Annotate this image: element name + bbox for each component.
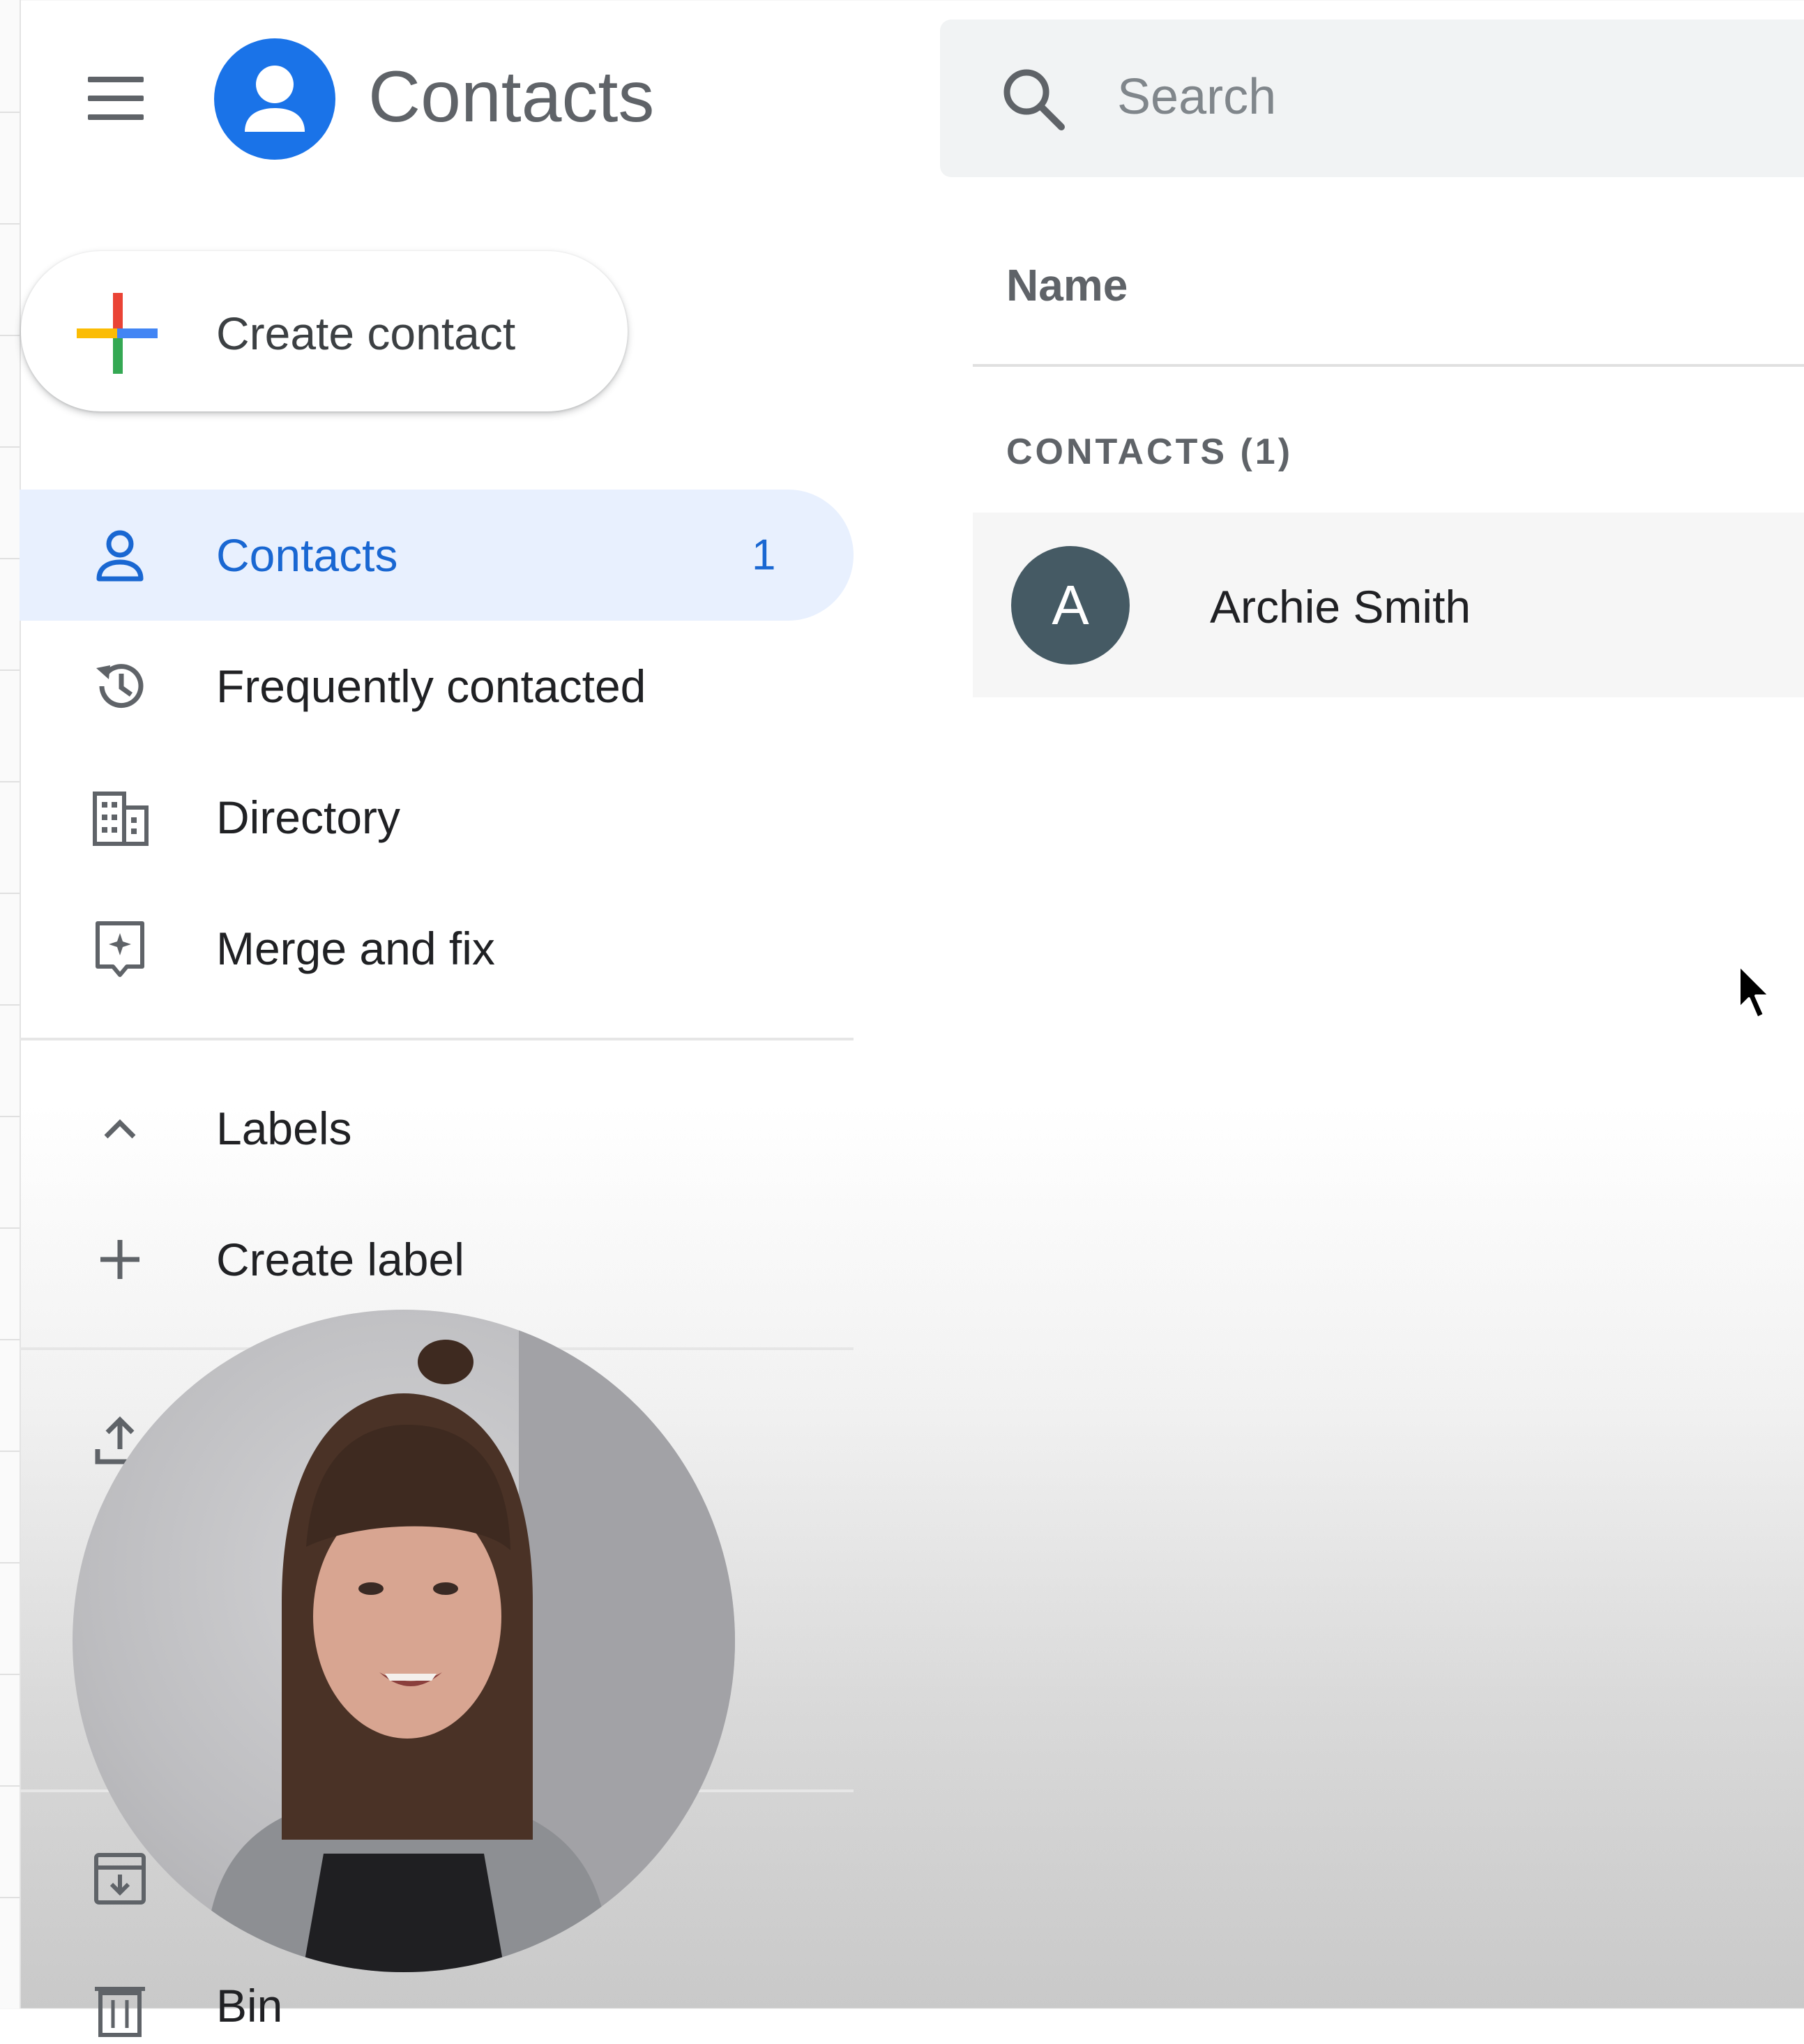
contacts-count-badge: 1 (752, 531, 776, 580)
plus-icon (77, 293, 158, 374)
sidebar-item-frequently-contacted[interactable]: Frequently contacted (20, 621, 854, 752)
bin-icon[interactable] (89, 1979, 151, 2041)
webcam-overlay (73, 1310, 735, 1972)
create-label-text: Create label (216, 1234, 464, 1285)
contacts-logo-icon (214, 38, 335, 160)
person-icon (89, 524, 151, 586)
sidebar-item-label: Frequently contacted (216, 660, 646, 712)
search-input[interactable] (1116, 57, 1788, 137)
sidebar-item-label: Directory (216, 792, 401, 843)
sidebar-divider (20, 1038, 854, 1040)
chevron-up-icon (89, 1098, 151, 1159)
background-sheet-strip (0, 0, 21, 2008)
app-title: Contacts (368, 56, 655, 137)
contacts-section-label: CONTACTS (1) (1006, 432, 1294, 472)
sidebar-item-label: Merge and fix (216, 923, 495, 974)
building-icon (89, 787, 151, 848)
main-menu-button[interactable] (84, 75, 148, 121)
sidebar-item-label: Contacts (216, 529, 398, 581)
merge-icon (89, 918, 151, 979)
plus-icon (89, 1229, 151, 1290)
sidebar-item-contacts[interactable]: Contacts 1 (20, 490, 854, 621)
contact-avatar: A (1011, 546, 1130, 665)
sidebar-item-directory[interactable]: Directory (20, 752, 854, 883)
history-icon (89, 656, 151, 717)
archive-icon[interactable] (89, 1848, 151, 1909)
contact-name: Archie Smith (1210, 581, 1471, 633)
mouse-cursor-icon (1736, 962, 1778, 1022)
create-label-button[interactable]: Create label (20, 1194, 854, 1325)
name-column-header[interactable]: Name (1006, 259, 1128, 311)
create-contact-label: Create contact (216, 308, 516, 359)
labels-section-toggle[interactable]: Labels (20, 1063, 854, 1194)
sidebar-item-bin-label[interactable]: Bin (216, 1979, 282, 2032)
list-header-divider (973, 364, 1804, 367)
labels-section-title: Labels (216, 1103, 352, 1154)
search-icon[interactable] (999, 64, 1068, 134)
sidebar-item-merge-and-fix[interactable]: Merge and fix (20, 883, 854, 1014)
